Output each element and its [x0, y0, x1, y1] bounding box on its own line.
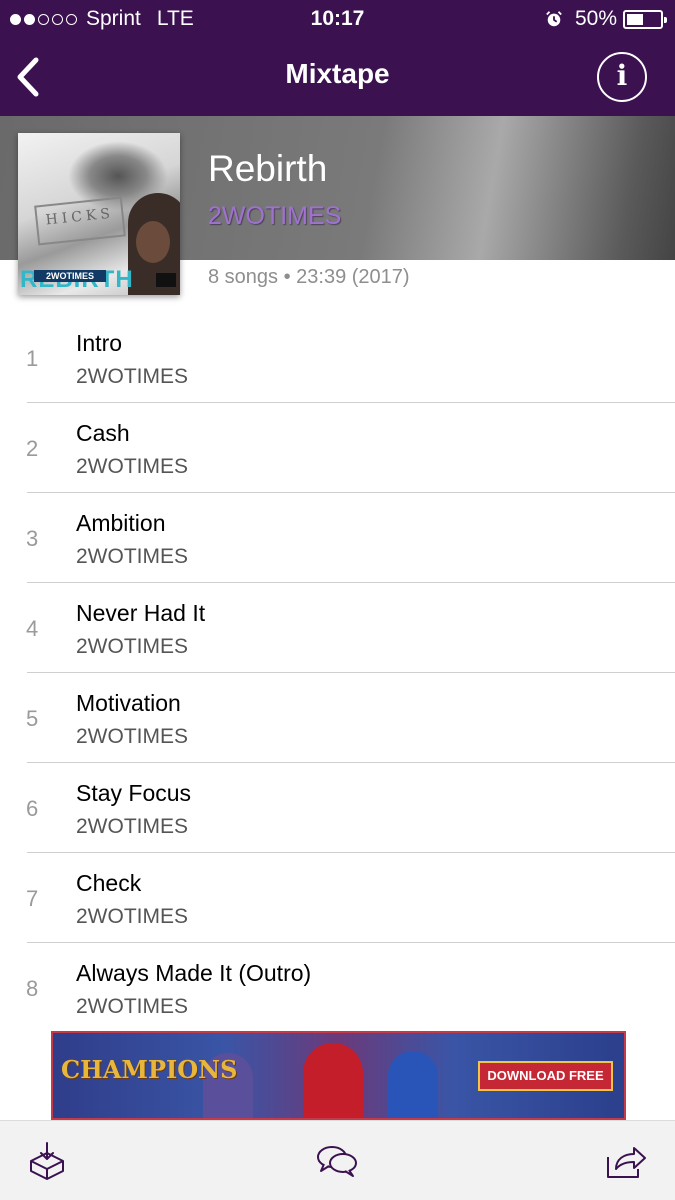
- share-icon[interactable]: [604, 1139, 648, 1183]
- track-row[interactable]: 6 Stay Focus 2WOTIMES: [0, 763, 675, 853]
- parental-advisory-label: [156, 273, 176, 287]
- ad-download-button[interactable]: DOWNLOAD FREE: [478, 1061, 613, 1091]
- album-meta: 8 songs • 23:39 (2017): [208, 266, 410, 288]
- track-title: Check: [76, 870, 142, 896]
- battery-fill: [627, 13, 643, 25]
- track-title: Ambition: [76, 510, 166, 536]
- ad-logo: CHAMPIONS: [61, 1055, 238, 1084]
- track-row[interactable]: 5 Motivation 2WOTIMES: [0, 673, 675, 763]
- track-row[interactable]: 8 Always Made It (Outro) 2WOTIMES: [0, 943, 675, 1033]
- track-number: 7: [26, 886, 39, 911]
- track-number: 2: [26, 436, 39, 461]
- album-artist-link[interactable]: 2WOTIMES: [208, 202, 341, 231]
- track-artist: 2WOTIMES: [76, 995, 189, 1018]
- cover-face-art: [136, 221, 170, 263]
- status-bar: Sprint LTE 10:17 50%: [0, 0, 675, 38]
- download-box-icon[interactable]: [25, 1139, 69, 1183]
- track-number: 3: [26, 526, 39, 551]
- page-title: Mixtape: [285, 58, 390, 89]
- track-number: 4: [26, 616, 39, 641]
- track-artist: 2WOTIMES: [76, 815, 189, 838]
- battery-percent: 50%: [574, 7, 617, 30]
- bottom-toolbar: [0, 1120, 675, 1200]
- cover-artist-text: 2WOTIMES: [34, 270, 106, 282]
- album-title: Rebirth: [208, 148, 328, 189]
- info-button[interactable]: i: [597, 52, 647, 102]
- chat-bubbles-icon[interactable]: [315, 1139, 359, 1183]
- app-header: Sprint LTE 10:17 50% Mixtape i: [0, 0, 675, 116]
- ad-character-art: [388, 1051, 438, 1118]
- track-title: Intro: [76, 330, 123, 356]
- battery-tip: [664, 16, 667, 23]
- track-row[interactable]: 4 Never Had It 2WOTIMES: [0, 583, 675, 673]
- track-row[interactable]: 1 Intro 2WOTIMES: [0, 313, 675, 403]
- track-artist: 2WOTIMES: [76, 365, 189, 388]
- track-title: Never Had It: [76, 600, 206, 626]
- track-row[interactable]: 2 Cash 2WOTIMES: [0, 403, 675, 493]
- ad-banner[interactable]: CHAMPIONS DOWNLOAD FREE: [51, 1031, 626, 1120]
- nav-bar: Mixtape i: [0, 38, 675, 116]
- track-title: Stay Focus: [76, 780, 192, 806]
- track-number: 5: [26, 706, 39, 731]
- track-number: 1: [26, 346, 39, 371]
- track-list: 1 Intro 2WOTIMES 2 Cash 2WOTIMES 3 Ambit…: [0, 313, 675, 1033]
- track-row[interactable]: 7 Check 2WOTIMES: [0, 853, 675, 943]
- track-title: Always Made It (Outro): [76, 960, 312, 986]
- track-artist: 2WOTIMES: [76, 545, 189, 568]
- ad-character-art: [303, 1043, 363, 1118]
- track-row[interactable]: 3 Ambition 2WOTIMES: [0, 493, 675, 583]
- album-cover[interactable]: HICKS REBIRTH 2WOTIMES: [18, 133, 180, 295]
- track-title: Cash: [76, 420, 130, 446]
- battery-icon: [623, 9, 667, 29]
- alarm-clock-icon: [546, 11, 562, 27]
- track-artist: 2WOTIMES: [76, 905, 189, 928]
- track-artist: 2WOTIMES: [76, 725, 189, 748]
- track-artist: 2WOTIMES: [76, 635, 189, 658]
- track-title: Motivation: [76, 690, 181, 716]
- track-artist: 2WOTIMES: [76, 455, 189, 478]
- track-number: 8: [26, 976, 39, 1001]
- cover-wall-text: HICKS: [34, 196, 126, 246]
- status-right: 50%: [545, 7, 667, 31]
- track-number: 6: [26, 796, 39, 821]
